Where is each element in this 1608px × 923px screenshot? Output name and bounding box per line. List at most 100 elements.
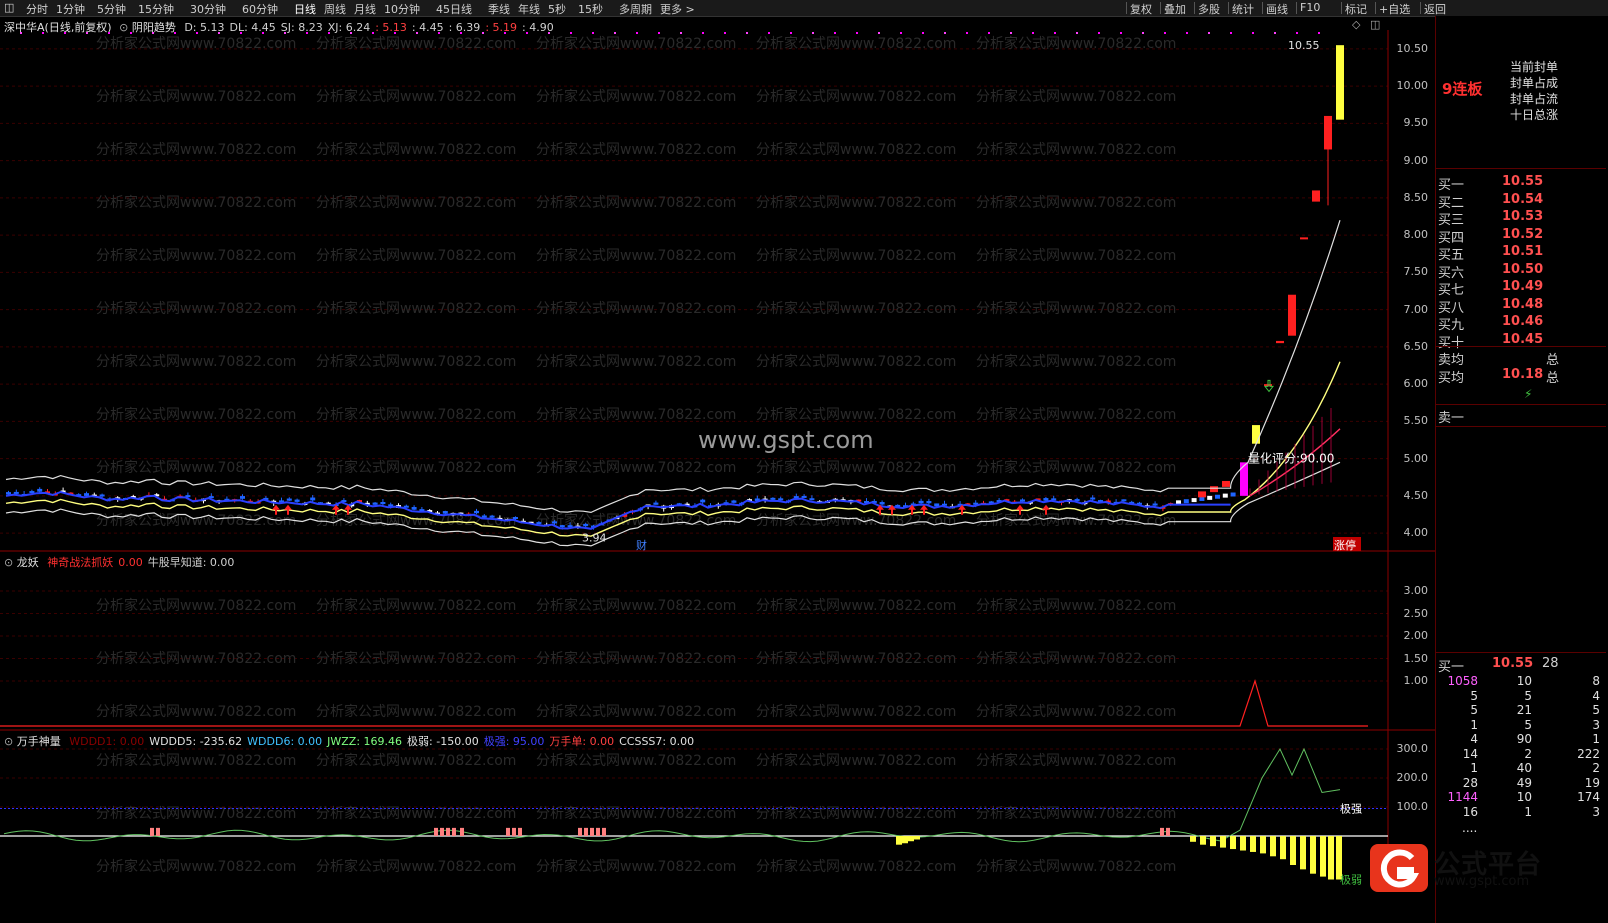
candle-body xyxy=(778,498,784,501)
candle-body xyxy=(1230,492,1236,497)
queue-row: 5 21 5 xyxy=(1438,703,1608,717)
queue-cell: 10 xyxy=(1516,674,1532,688)
candle-body xyxy=(809,498,815,501)
order-book-panel: 9连板 当前封单 封单占成 封单占流 十日总涨 买一 10.55 买二 10.54 买三 10.… xyxy=(1435,16,1608,923)
wanshou-chart[interactable]: 分析家公式网www.70822.com 分析家公式网www.70822.com 分析… xyxy=(0,731,1435,891)
panel2-tick: 2.00 xyxy=(1403,629,1429,642)
queue-cell: 16 xyxy=(1462,804,1478,819)
volume-bar xyxy=(596,827,600,836)
toolbar-action-button[interactable]: F10 xyxy=(1300,1,1320,14)
candlestick-chart[interactable]: 分析家公式网www.70822.com 分析家公式网www.70822.com 分析… xyxy=(0,30,1435,552)
queue-cell: 49 xyxy=(1516,775,1532,790)
queue-row: 1 40 2 xyxy=(1438,761,1608,775)
weak-bar xyxy=(1210,836,1216,847)
period-tab[interactable]: 1分钟 xyxy=(56,1,85,17)
watermark-text: 分析家公式网www.70822.com xyxy=(96,35,296,52)
longyao-chart[interactable]: 分析家公式网www.70822.com 分析家公式网www.70822.com 分析… xyxy=(0,552,1435,732)
weak-bar xyxy=(914,836,920,840)
queue-cell: 28 xyxy=(1462,775,1478,790)
bid-row[interactable]: 买六 10.50 xyxy=(1438,262,1608,281)
bid-row[interactable]: 买三 10.53 xyxy=(1438,209,1608,228)
price-tick: 4.50 xyxy=(1403,488,1429,502)
bid-price: 10.51 xyxy=(1502,244,1544,259)
toolbar-action-button[interactable]: 多股 xyxy=(1198,1,1220,17)
toolbar-action-button[interactable]: +自选 xyxy=(1379,1,1410,17)
period-tab[interactable]: 5秒 xyxy=(548,1,566,17)
period-tab[interactable]: 15秒 xyxy=(578,1,603,17)
period-tab[interactable]: 年线 xyxy=(518,1,540,17)
period-tab[interactable]: 10分钟 xyxy=(384,1,420,17)
toolbar-action-button[interactable]: 画线 xyxy=(1266,1,1288,17)
menu-icon[interactable]: ◫ xyxy=(4,1,14,14)
watermark-text: 分析家公式网www.70822.com xyxy=(976,752,1176,769)
lightning-icon: ⚡ xyxy=(1524,387,1533,401)
watermark-text: 分析家公式网www.70822.com xyxy=(96,194,296,211)
bid-price: 10.48 xyxy=(1502,296,1544,312)
queue-cell: 1 xyxy=(1592,732,1600,746)
toolbar-separator xyxy=(1160,2,1161,14)
signal-dot xyxy=(20,32,22,34)
period-tab[interactable]: 多周期 xyxy=(619,1,652,17)
bid-label: 买六 xyxy=(1438,265,1465,281)
price-tick: 6.00 xyxy=(1403,377,1429,391)
toolbar-action-button[interactable]: 统计 xyxy=(1232,1,1254,17)
candle-body xyxy=(294,499,300,502)
toolbar-action-button[interactable]: 标记 xyxy=(1345,1,1367,17)
bid-row[interactable]: 买四 10.52 xyxy=(1438,226,1608,246)
queue-cell: 3 xyxy=(1592,804,1600,819)
candle-body xyxy=(1183,499,1189,504)
strong-label: 极强 xyxy=(1340,801,1362,815)
queue-more[interactable]: .... xyxy=(1462,821,1477,835)
price-tick: 7.00 xyxy=(1403,302,1429,316)
toolbar-separator xyxy=(1341,2,1342,14)
watermark-text: 分析家公式网www.70822.com xyxy=(976,88,1176,105)
watermark-text: 分析家公式网www.70822.com xyxy=(756,650,956,667)
toolbar-action-button[interactable]: 复权 xyxy=(1130,1,1152,17)
watermark-text: 分析家公式网www.70822.com xyxy=(96,300,296,317)
period-tab[interactable]: 周线 xyxy=(324,1,346,17)
watermark-text: 分析家公式网www.70822.com xyxy=(756,597,956,614)
queue-row: 14 2 222 xyxy=(1438,747,1608,761)
bid-row[interactable]: 买一 10.55 xyxy=(1438,174,1608,193)
period-tab[interactable]: 日线 xyxy=(294,1,316,17)
watermark-text: 分析家公式网www.70822.com xyxy=(316,300,516,317)
signal-dot xyxy=(1296,32,1298,34)
volume-bar xyxy=(150,827,154,836)
bid-row[interactable]: 买九 10.46 xyxy=(1438,314,1608,333)
candle-body xyxy=(1199,496,1205,501)
queue-row: 4 90 1 xyxy=(1438,732,1608,746)
watermark-text: 分析家公式网www.70822.com xyxy=(756,805,956,822)
period-tab[interactable]: 30分钟 xyxy=(190,1,226,17)
signal-dot xyxy=(152,32,154,34)
candle-body xyxy=(1288,294,1296,336)
bid-row[interactable]: 买二 10.54 xyxy=(1438,192,1608,211)
bid-row[interactable]: 买五 10.51 xyxy=(1438,244,1608,263)
bid-row[interactable]: 买八 10.48 xyxy=(1438,296,1608,316)
watermark-text: 分析家公式网www.70822.com xyxy=(96,858,296,875)
period-tab[interactable]: 15分钟 xyxy=(138,1,174,17)
candle-body xyxy=(1210,486,1218,493)
candle-body xyxy=(29,491,35,494)
period-tab[interactable]: 更多 > xyxy=(660,1,695,17)
candle-body xyxy=(1300,237,1308,240)
candle-body xyxy=(731,500,737,503)
volume-bar xyxy=(590,827,594,836)
signal-dot xyxy=(1032,32,1034,34)
price-tick: 8.50 xyxy=(1403,190,1429,204)
period-tab[interactable]: 45日线 xyxy=(436,1,472,17)
signal-dot xyxy=(196,32,198,34)
queue-row: 1144 10 174 xyxy=(1438,790,1608,804)
period-tab[interactable]: 60分钟 xyxy=(242,1,278,17)
toolbar-action-button[interactable]: 叠加 xyxy=(1164,1,1186,17)
toolbar-action-button[interactable]: 返回 xyxy=(1424,1,1446,17)
volume-bar xyxy=(578,827,582,836)
watermark-text: 分析家公式网www.70822.com xyxy=(976,353,1176,370)
bid-price: 10.52 xyxy=(1502,226,1544,242)
period-tab[interactable]: 5分钟 xyxy=(97,1,126,17)
period-tab[interactable]: 季线 xyxy=(488,1,510,17)
bid-row[interactable]: 买七 10.49 xyxy=(1438,279,1608,298)
period-tab[interactable]: 月线 xyxy=(354,1,376,17)
period-tab[interactable]: 分时 xyxy=(26,1,48,17)
queue-cell: 2 xyxy=(1524,746,1532,761)
signal-dot xyxy=(64,32,66,34)
